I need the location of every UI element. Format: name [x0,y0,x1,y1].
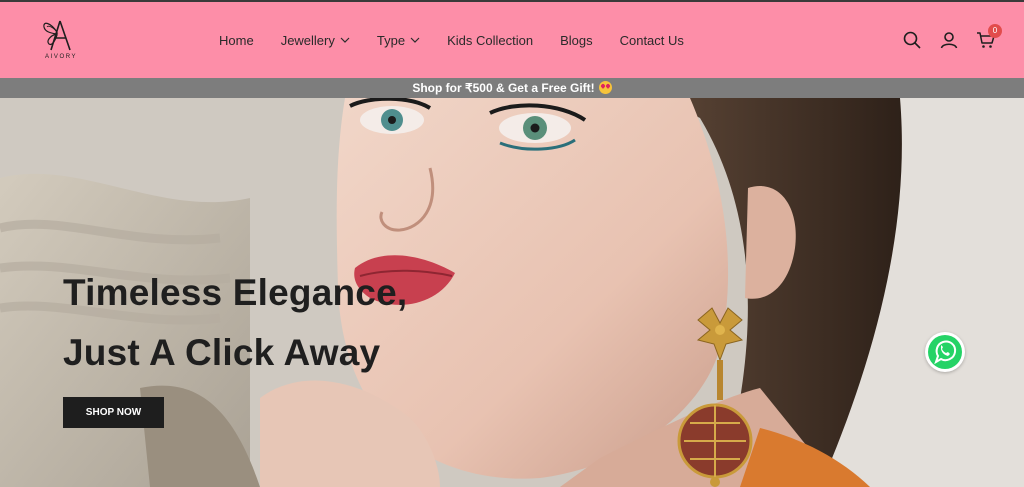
nav-item-label: Type [376,32,406,48]
hero-banner: Timeless Elegance, Just A Click Away SHO… [0,98,1024,487]
heart-eyes-emoji-icon [598,81,612,94]
nav-item-home[interactable]: Home [219,33,254,48]
nav-item-label: Kids Collection [447,32,534,48]
butterfly-logo-icon [43,20,71,51]
promo-text: Shop for ₹500 & Get a Free Gift! [412,81,595,95]
promo-bar[interactable]: Shop for ₹500 & Get a Free Gift! [0,78,1024,98]
nav-item-label: Contact Us [619,32,684,48]
nav-item-type[interactable]: Type [377,33,420,48]
brand-name: AIVORY [45,54,78,60]
nav-item-label: Home [219,32,254,48]
nav-item-jewellery[interactable]: Jewellery [281,33,350,48]
main-nav: Home Jewellery Type Kids Collection Blog… [219,2,711,78]
chevron-down-icon [340,37,350,43]
shop-now-button[interactable]: SHOP NOW [63,397,164,428]
nav-item-label: Jewellery [280,32,335,48]
whatsapp-chat-button[interactable] [925,332,965,372]
nav-item-contact-us[interactable]: Contact Us [620,33,684,48]
search-icon[interactable] [902,30,922,50]
whatsapp-icon [928,335,962,369]
nav-item-kids-collection[interactable]: Kids Collection [447,33,533,48]
site-header: AIVORY Home Jewellery Type Kids Collecti… [0,2,1024,78]
nav-item-blogs[interactable]: Blogs [560,33,593,48]
user-icon[interactable] [939,30,959,50]
brand-logo[interactable]: AIVORY [38,18,86,64]
nav-item-label: Blogs [560,32,593,48]
hero-headline-line-1: Timeless Elegance, [63,272,408,313]
chevron-down-icon [410,37,420,43]
cart-count-badge: 0 [988,24,1002,38]
hero-headline-line-2: Just A Click Away [63,332,381,373]
